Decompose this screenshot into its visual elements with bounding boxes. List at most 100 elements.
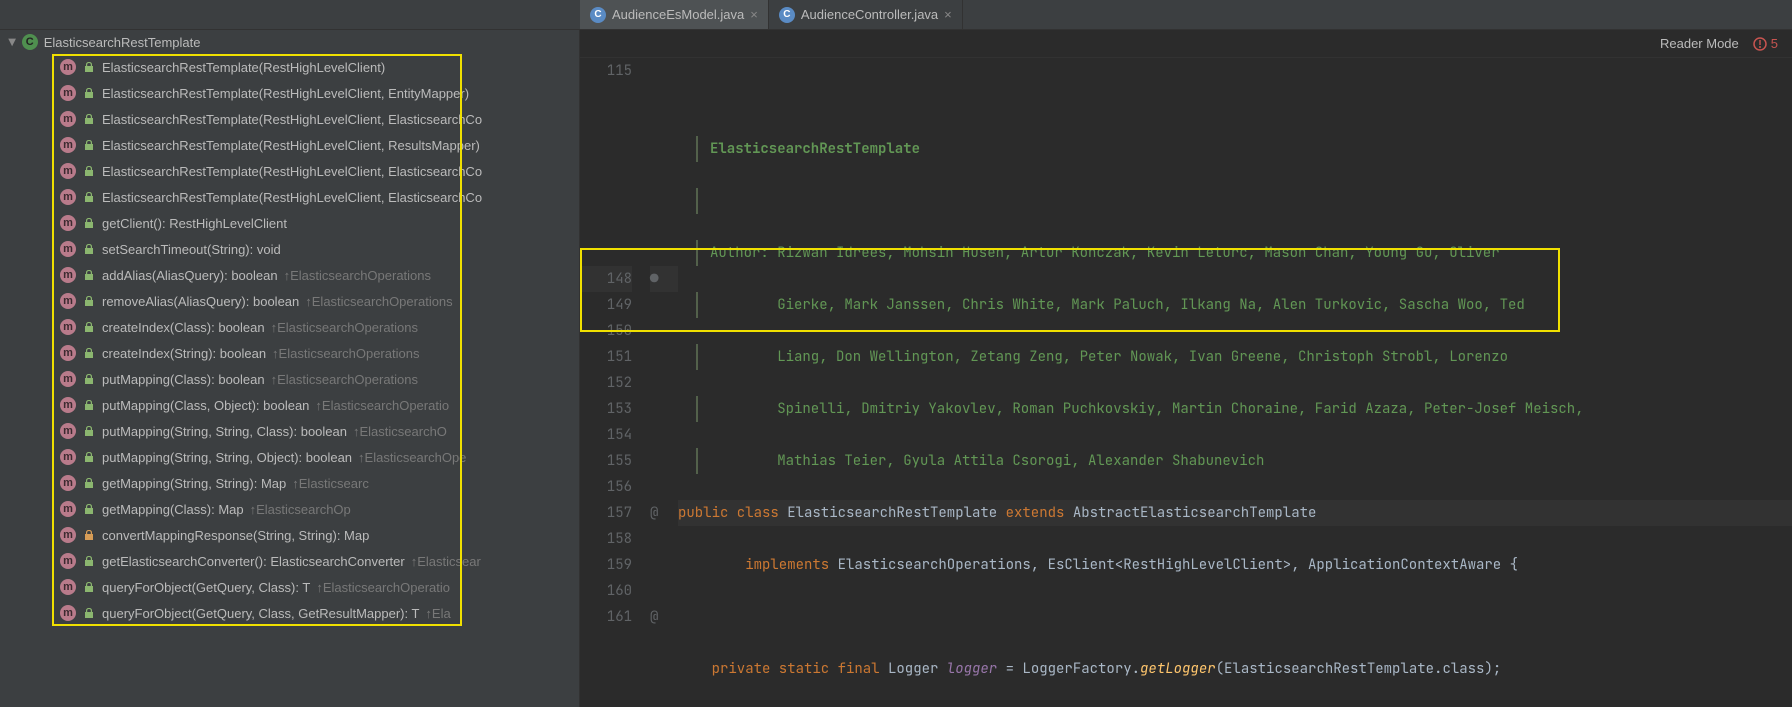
inherited-from: ↑ElasticsearchOp	[250, 502, 351, 517]
structure-method-item[interactable]: m ElasticsearchRestTemplate(RestHighLevel…	[0, 54, 579, 80]
line-gutter: 115 148 149 150 151 152 153 154 155 156 …	[580, 58, 650, 707]
method-icon: m	[60, 423, 76, 439]
error-indicator[interactable]: 5	[1753, 36, 1778, 51]
structure-method-item[interactable]: m putMapping(Class, Object): boolean ↑Ela…	[0, 392, 579, 418]
method-signature: getMapping(String, String): Map	[102, 476, 286, 491]
method-signature: createIndex(String): boolean	[102, 346, 266, 361]
method-signature: ElasticsearchRestTemplate(RestHighLevelC…	[102, 112, 482, 127]
method-signature: ElasticsearchRestTemplate(RestHighLevelC…	[102, 190, 482, 205]
inherited-from: ↑ElasticsearchOperations	[284, 268, 431, 283]
inherited-from: ↑ElasticsearchOperations	[305, 294, 452, 309]
structure-method-item[interactable]: m putMapping(String, String, Object): boo…	[0, 444, 579, 470]
inherited-from: ↑Elasticsearc	[292, 476, 369, 491]
structure-method-item[interactable]: m ElasticsearchRestTemplate(RestHighLevel…	[0, 80, 579, 106]
method-icon: m	[60, 501, 76, 517]
close-icon[interactable]: ×	[750, 7, 758, 22]
inherited-from: ↑ElasticsearchOperatio	[316, 580, 450, 595]
structure-sidebar: ▶ C ElasticsearchRestTemplate m Elasticse…	[0, 30, 580, 707]
reader-mode-label[interactable]: Reader Mode	[1660, 36, 1739, 51]
inherited-from: ↑ElasticsearchO	[353, 424, 447, 439]
structure-method-item[interactable]: m getMapping(String, String): Map ↑Elasti…	[0, 470, 579, 496]
method-icon: m	[60, 397, 76, 413]
method-signature: queryForObject(GetQuery, Class, GetResul…	[102, 606, 419, 621]
method-icon: m	[60, 241, 76, 257]
tree-children: m ElasticsearchRestTemplate(RestHighLevel…	[0, 54, 579, 626]
method-signature: queryForObject(GetQuery, Class): T	[102, 580, 310, 595]
method-icon: m	[60, 449, 76, 465]
tree-root-label: ElasticsearchRestTemplate	[44, 35, 201, 50]
inherited-from: ↑ElasticsearchOpe	[358, 450, 466, 465]
method-icon: m	[60, 475, 76, 491]
structure-method-item[interactable]: mputMapping(Class): boolean ↑Elasticsear…	[0, 366, 579, 392]
method-signature: ElasticsearchRestTemplate(RestHighLevelC…	[102, 164, 482, 179]
inherited-from: ↑ElasticsearchOperations	[271, 372, 418, 387]
class-icon: C	[22, 34, 38, 50]
method-signature: getMapping(Class): Map	[102, 502, 244, 517]
method-signature: putMapping(String, String, Class): boole…	[102, 424, 347, 439]
method-signature: setSearchTimeout(String): void	[102, 242, 281, 257]
structure-method-item[interactable]: m setSearchTimeout(String): void	[0, 236, 579, 262]
close-icon[interactable]: ×	[944, 7, 952, 22]
java-file-icon: C	[779, 7, 795, 23]
method-signature: ElasticsearchRestTemplate(RestHighLevelC…	[102, 60, 385, 75]
method-signature: getClient(): RestHighLevelClient	[102, 216, 287, 231]
structure-method-item[interactable]: mqueryForObject(GetQuery, Class, GetResu…	[0, 600, 579, 626]
structure-method-item[interactable]: m createIndex(String): boolean ↑Elasticse…	[0, 340, 579, 366]
structure-method-item[interactable]: m putMapping(String, String, Class): bool…	[0, 418, 579, 444]
method-icon: m	[60, 215, 76, 231]
method-signature: removeAlias(AliasQuery): boolean	[102, 294, 299, 309]
method-icon: m	[60, 293, 76, 309]
structure-method-item[interactable]: m ElasticsearchRestTemplate(RestHighLevel…	[0, 158, 579, 184]
tab-label: AudienceEsModel.java	[612, 7, 744, 22]
error-icon	[1753, 37, 1767, 51]
inherited-from: ↑ElasticsearchOperations	[271, 320, 418, 335]
method-icon: m	[60, 553, 76, 569]
method-icon: m	[60, 527, 76, 543]
method-icon: m	[60, 189, 76, 205]
method-signature: ElasticsearchRestTemplate(RestHighLevelC…	[102, 86, 469, 101]
method-icon: m	[60, 59, 76, 75]
structure-method-item[interactable]: m removeAlias(AliasQuery): boolean ↑Elast…	[0, 288, 579, 314]
error-count: 5	[1771, 36, 1778, 51]
method-signature: getElasticsearchConverter(): Elasticsear…	[102, 554, 405, 569]
structure-method-item[interactable]: m addAlias(AliasQuery): boolean ↑Elastics…	[0, 262, 579, 288]
tab-audience-es-model[interactable]: C AudienceEsModel.java ×	[580, 0, 769, 29]
gutter-override-icon[interactable]: ●	[650, 266, 678, 292]
structure-method-item[interactable]: m ElasticsearchRestTemplate(RestHighLevel…	[0, 184, 579, 210]
method-signature: putMapping(Class, Object): boolean	[102, 398, 309, 413]
inherited-from: ↑Elasticsear	[411, 554, 481, 569]
tab-audience-controller[interactable]: C AudienceController.java ×	[769, 0, 963, 29]
structure-method-item[interactable]: m getMapping(Class): Map ↑ElasticsearchOp	[0, 496, 579, 522]
method-signature: convertMappingResponse(String, String): …	[102, 528, 369, 543]
method-signature: addAlias(AliasQuery): boolean	[102, 268, 278, 283]
structure-method-item[interactable]: mElasticsearchRestTemplate(RestHighLevel…	[0, 132, 579, 158]
structure-method-item[interactable]: m convertMappingResponse(String, String):…	[0, 522, 579, 548]
code-content[interactable]: ElasticsearchRestTemplate Author: Rizwan…	[678, 58, 1792, 707]
structure-method-item[interactable]: mElasticsearchRestTemplate(RestHighLevel…	[0, 106, 579, 132]
method-icon: m	[60, 579, 76, 595]
method-signature: putMapping(Class): boolean	[102, 372, 265, 387]
structure-method-item[interactable]: m getClient(): RestHighLevelClient	[0, 210, 579, 236]
inherited-from: ↑Ela	[425, 606, 450, 621]
method-icon: m	[60, 163, 76, 179]
structure-method-item[interactable]: m getElasticsearchConverter(): Elasticsea…	[0, 548, 579, 574]
gutter-icons: ● @ @	[650, 58, 678, 707]
inherited-from: ↑ElasticsearchOperations	[272, 346, 419, 361]
method-icon: m	[60, 85, 76, 101]
code-area[interactable]: 115 148 149 150 151 152 153 154 155 156 …	[580, 58, 1792, 707]
structure-method-item[interactable]: m queryForObject(GetQuery, Class): T ↑Ela…	[0, 574, 579, 600]
method-icon: m	[60, 319, 76, 335]
code-editor: Reader Mode 5 115 148 149 150 151	[580, 30, 1792, 707]
method-icon: m	[60, 267, 76, 283]
chevron-down-icon[interactable]: ▶	[6, 38, 17, 46]
inherited-from: ↑ElasticsearchOperatio	[315, 398, 449, 413]
editor-tabs: C AudienceEsModel.java × C AudienceContr…	[0, 0, 1792, 30]
method-icon: m	[60, 137, 76, 153]
method-icon: m	[60, 345, 76, 361]
method-signature: createIndex(Class): boolean	[102, 320, 265, 335]
structure-method-item[interactable]: m createIndex(Class): boolean ↑Elasticsea…	[0, 314, 579, 340]
method-signature: putMapping(String, String, Object): bool…	[102, 450, 352, 465]
editor-status-bar: Reader Mode 5	[580, 30, 1792, 58]
tree-root[interactable]: ▶ C ElasticsearchRestTemplate	[0, 30, 579, 54]
tab-label: AudienceController.java	[801, 7, 938, 22]
